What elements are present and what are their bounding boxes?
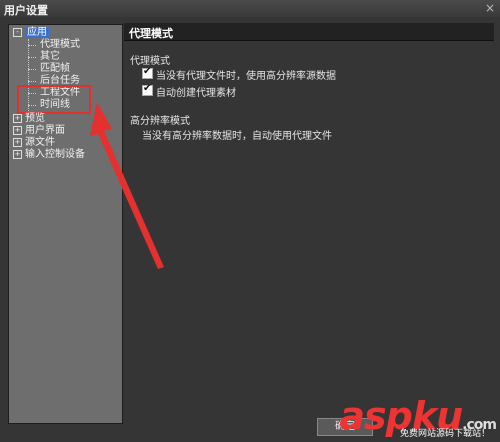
dialog-body: - 应用 代理模式 其它 匹配帧 后台任务 工程文件 时间线 + 预览 + 用户界面 … — [0, 17, 500, 442]
close-icon[interactable]: × — [485, 1, 495, 15]
watermark-tagline: 免费网站源码下载站！ — [399, 429, 490, 439]
annotation-arrow-icon — [90, 102, 164, 269]
window-title: 用户设置 — [4, 4, 48, 17]
title-bar: 用户设置 × — [0, 0, 500, 18]
